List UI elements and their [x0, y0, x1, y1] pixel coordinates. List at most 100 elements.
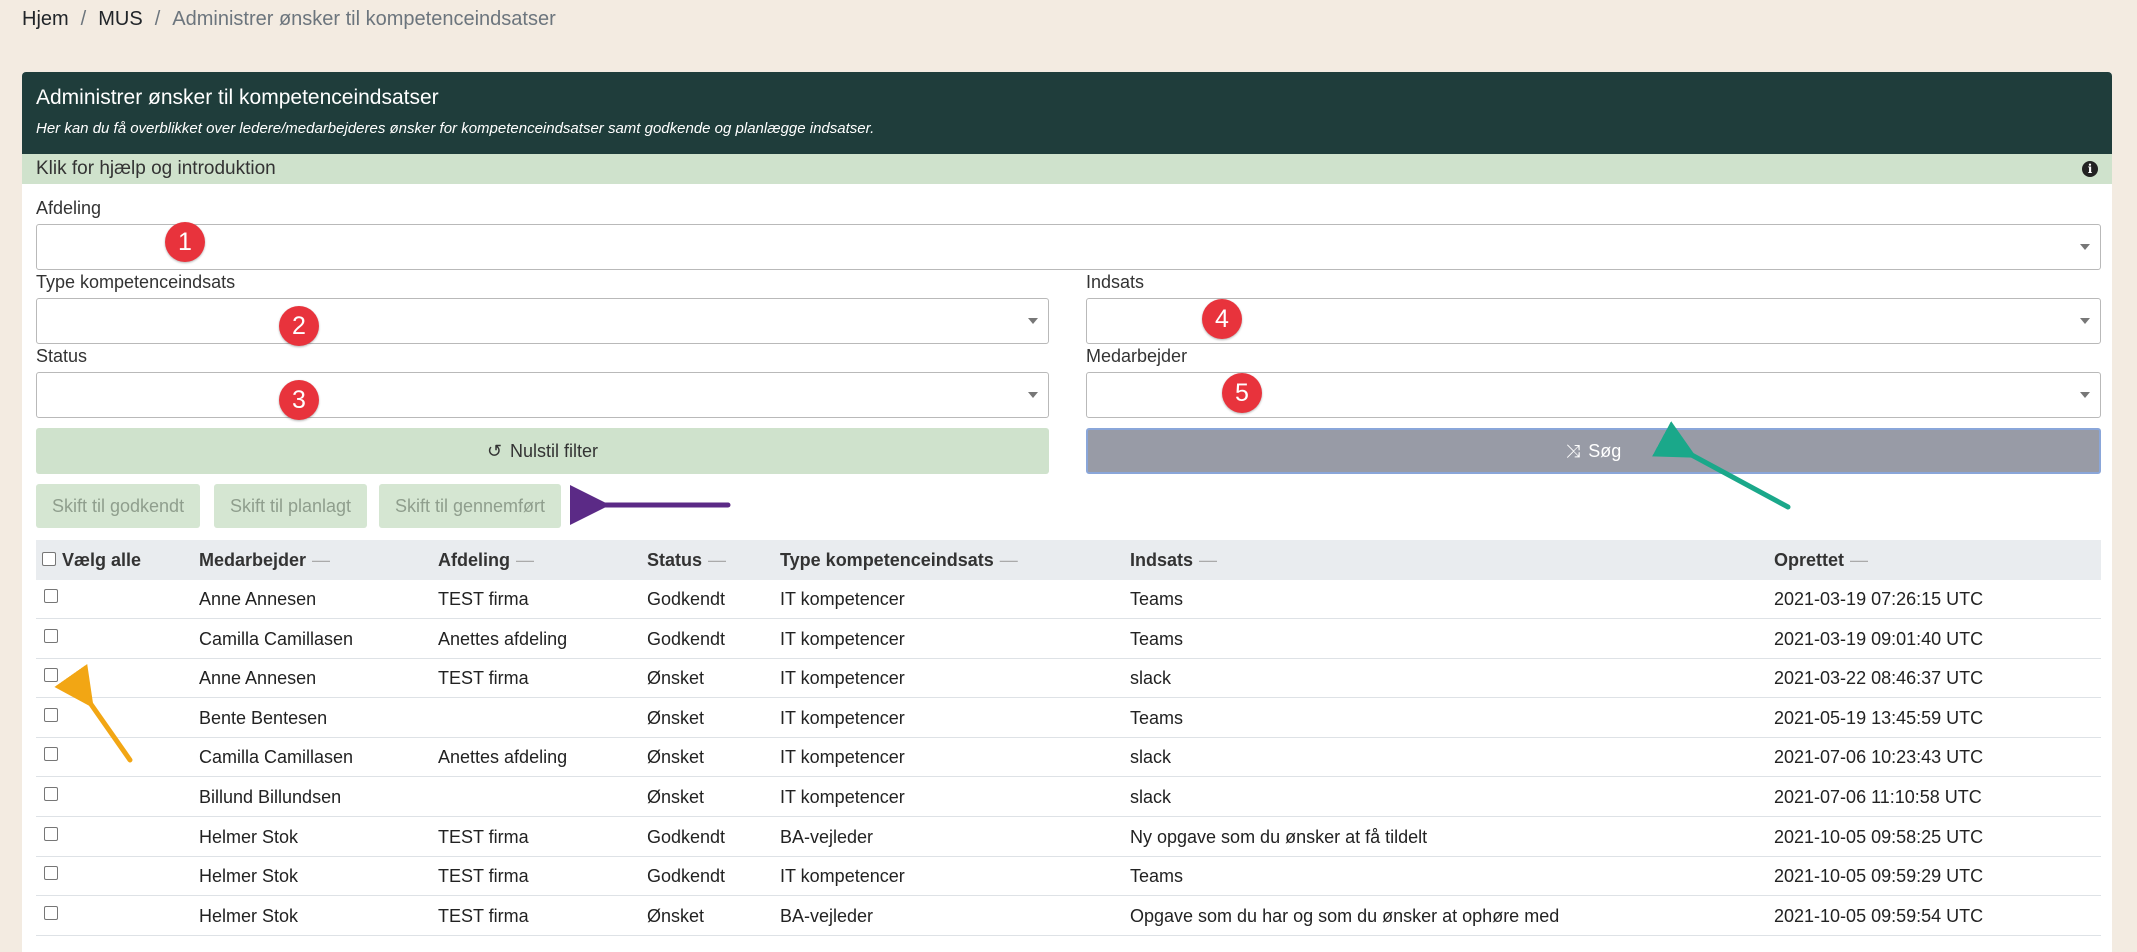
cell-type: IT kompetencer: [780, 707, 905, 728]
marker-4: 4: [1202, 299, 1242, 339]
row-checkbox[interactable]: [44, 905, 58, 920]
row-checkbox[interactable]: [44, 866, 58, 881]
cell-status: Godkendt: [647, 589, 726, 609]
cell-status: Godkendt: [647, 866, 726, 887]
page-title: Administrer ønsker til kompetenceindsats…: [36, 86, 439, 109]
breadcrumb-mus[interactable]: MUS: [98, 8, 142, 31]
sort-icon: —: [1199, 550, 1218, 570]
indsats-label: Indsats: [1086, 272, 1145, 292]
cell-status: Ønsket: [647, 668, 705, 689]
cell-status: Ønsket: [647, 747, 705, 768]
cell-afdeling: TEST firma: [438, 905, 529, 926]
cell-medarbejder: Helmer Stok: [199, 866, 299, 887]
row-checkbox[interactable]: [44, 826, 58, 841]
cell-status: Ønsket: [647, 707, 705, 728]
table-row: Helmer Stok TEST firma Godkendt IT kompeten…: [36, 857, 2101, 897]
marker-1: 1: [165, 222, 205, 262]
col-oprettet[interactable]: Oprettet —: [1774, 550, 1868, 571]
cell-indsats: Opgave som du har og som du ønsker at op…: [1130, 905, 1560, 926]
row-checkbox[interactable]: [44, 707, 58, 722]
table-row: Anne Annesen TEST firma Ønsket IT kompetenc…: [36, 659, 2101, 699]
status-select[interactable]: [36, 372, 1049, 418]
undo-icon: ↺: [486, 440, 503, 461]
col-indsats[interactable]: Indsats —: [1130, 550, 1217, 571]
row-checkbox[interactable]: [44, 668, 58, 683]
help-toggle[interactable]: Klik for hjælp og introduktion i: [22, 154, 2112, 184]
cell-type: IT kompetencer: [780, 747, 905, 768]
breadcrumb-separator: /: [80, 8, 87, 30]
col-medarbejder[interactable]: Medarbejder —: [199, 550, 330, 571]
cell-medarbejder: Helmer Stok: [199, 826, 299, 847]
page-subtitle: Her kan du få overblikket over ledere/me…: [36, 120, 875, 137]
switch-approved-button[interactable]: Skift til godkendt: [36, 484, 201, 528]
cell-status: Ønsket: [647, 905, 705, 926]
row-checkbox[interactable]: [44, 628, 58, 643]
search-label: Søg: [1588, 440, 1622, 461]
cell-oprettet: 2021-03-19 07:26:15 UTC: [1774, 589, 1984, 609]
cell-indsats: Ny opgave som du ønsker at få tildelt: [1130, 826, 1428, 847]
row-checkbox[interactable]: [44, 747, 58, 762]
cell-status: Godkendt: [647, 826, 726, 847]
cell-medarbejder: Anne Annesen: [199, 668, 317, 689]
sort-icon: —: [1850, 550, 1869, 570]
cell-afdeling: Anettes afdeling: [438, 747, 568, 768]
switch-planned-button[interactable]: Skift til planlagt: [214, 484, 368, 528]
col-status[interactable]: Status —: [647, 550, 726, 571]
cell-type: IT kompetencer: [780, 668, 905, 689]
table-row: Anne Annesen TEST firma Godkendt IT kompete…: [36, 580, 2101, 619]
marker-5: 5: [1222, 373, 1262, 413]
select-all-checkbox[interactable]: [42, 552, 56, 566]
sort-icon: —: [312, 550, 331, 570]
type-label: Type kompetenceindsats: [36, 272, 236, 292]
cell-afdeling: TEST firma: [438, 866, 529, 887]
cell-indsats: Teams: [1130, 866, 1184, 887]
search-button[interactable]: ⤨ Søg: [1086, 428, 2101, 474]
table-row: Billund Billundsen Ønsket IT kompetencer sl…: [36, 778, 2101, 817]
breadcrumb-home[interactable]: Hjem: [22, 8, 69, 31]
cell-type: IT kompetencer: [780, 787, 905, 807]
cell-oprettet: 2021-07-06 11:10:58 UTC: [1774, 787, 1982, 807]
panel-header: Administrer ønsker til kompetenceindsats…: [22, 72, 2112, 154]
cell-medarbejder: Camilla Camillasen: [199, 747, 354, 768]
select-all-label: Vælg alle: [62, 550, 142, 570]
cell-medarbejder: Camilla Camillasen: [199, 628, 354, 649]
sort-icon: —: [999, 550, 1018, 570]
chevron-down-icon: [2080, 244, 2090, 250]
cell-indsats: Teams: [1130, 589, 1184, 609]
afdeling-label: Afdeling: [36, 198, 102, 218]
cell-type: BA-vejleder: [780, 905, 874, 926]
medarbejder-label: Medarbejder: [1086, 346, 1188, 366]
cell-oprettet: 2021-03-19 09:01:40 UTC: [1774, 628, 1984, 649]
sort-icon: —: [516, 550, 534, 570]
cell-oprettet: 2021-03-22 08:46:37 UTC: [1774, 668, 1984, 689]
cell-medarbejder: Billund Billundsen: [199, 787, 342, 807]
reset-filter-button[interactable]: ↺ Nulstil filter: [36, 428, 1049, 474]
cell-oprettet: 2021-05-19 13:45:59 UTC: [1774, 707, 1984, 728]
marker-3: 3: [279, 380, 319, 420]
cell-oprettet: 2021-10-05 09:59:29 UTC: [1774, 866, 1984, 887]
chevron-down-icon: [2080, 392, 2090, 398]
cell-afdeling: Anettes afdeling: [438, 628, 568, 649]
chevron-down-icon: [2080, 318, 2090, 324]
cell-medarbejder: Bente Bentesen: [199, 707, 328, 728]
type-select[interactable]: [36, 298, 1049, 344]
cell-type: IT kompetencer: [780, 628, 905, 649]
table-row: Helmer Stok TEST firma Ønsket BA-vejleder Op…: [36, 897, 2101, 936]
breadcrumb-current: Administrer ønsker til kompetenceindsats…: [172, 8, 556, 30]
cell-afdeling: TEST firma: [438, 668, 529, 689]
afdeling-select[interactable]: [36, 224, 2101, 270]
col-afdeling[interactable]: Afdeling —: [438, 550, 534, 571]
table-header: Vælg alle Medarbejder — Afdeling — Status —…: [36, 540, 2101, 580]
cell-indsats: slack: [1130, 787, 1172, 807]
table-row: Camilla Camillasen Anettes afdeling Godken…: [36, 620, 2101, 659]
cell-status: Ønsket: [647, 787, 705, 807]
cell-status: Godkendt: [647, 628, 726, 649]
switch-completed-button[interactable]: Skift til gennemført: [379, 484, 562, 528]
row-checkbox[interactable]: [44, 787, 58, 801]
cell-indsats: slack: [1130, 747, 1172, 768]
chevron-down-icon: [1028, 392, 1038, 398]
cell-afdeling: TEST firma: [438, 589, 529, 609]
col-type[interactable]: Type kompetenceindsats —: [780, 550, 1018, 571]
sort-icon: —: [708, 550, 727, 570]
row-checkbox[interactable]: [44, 589, 58, 603]
